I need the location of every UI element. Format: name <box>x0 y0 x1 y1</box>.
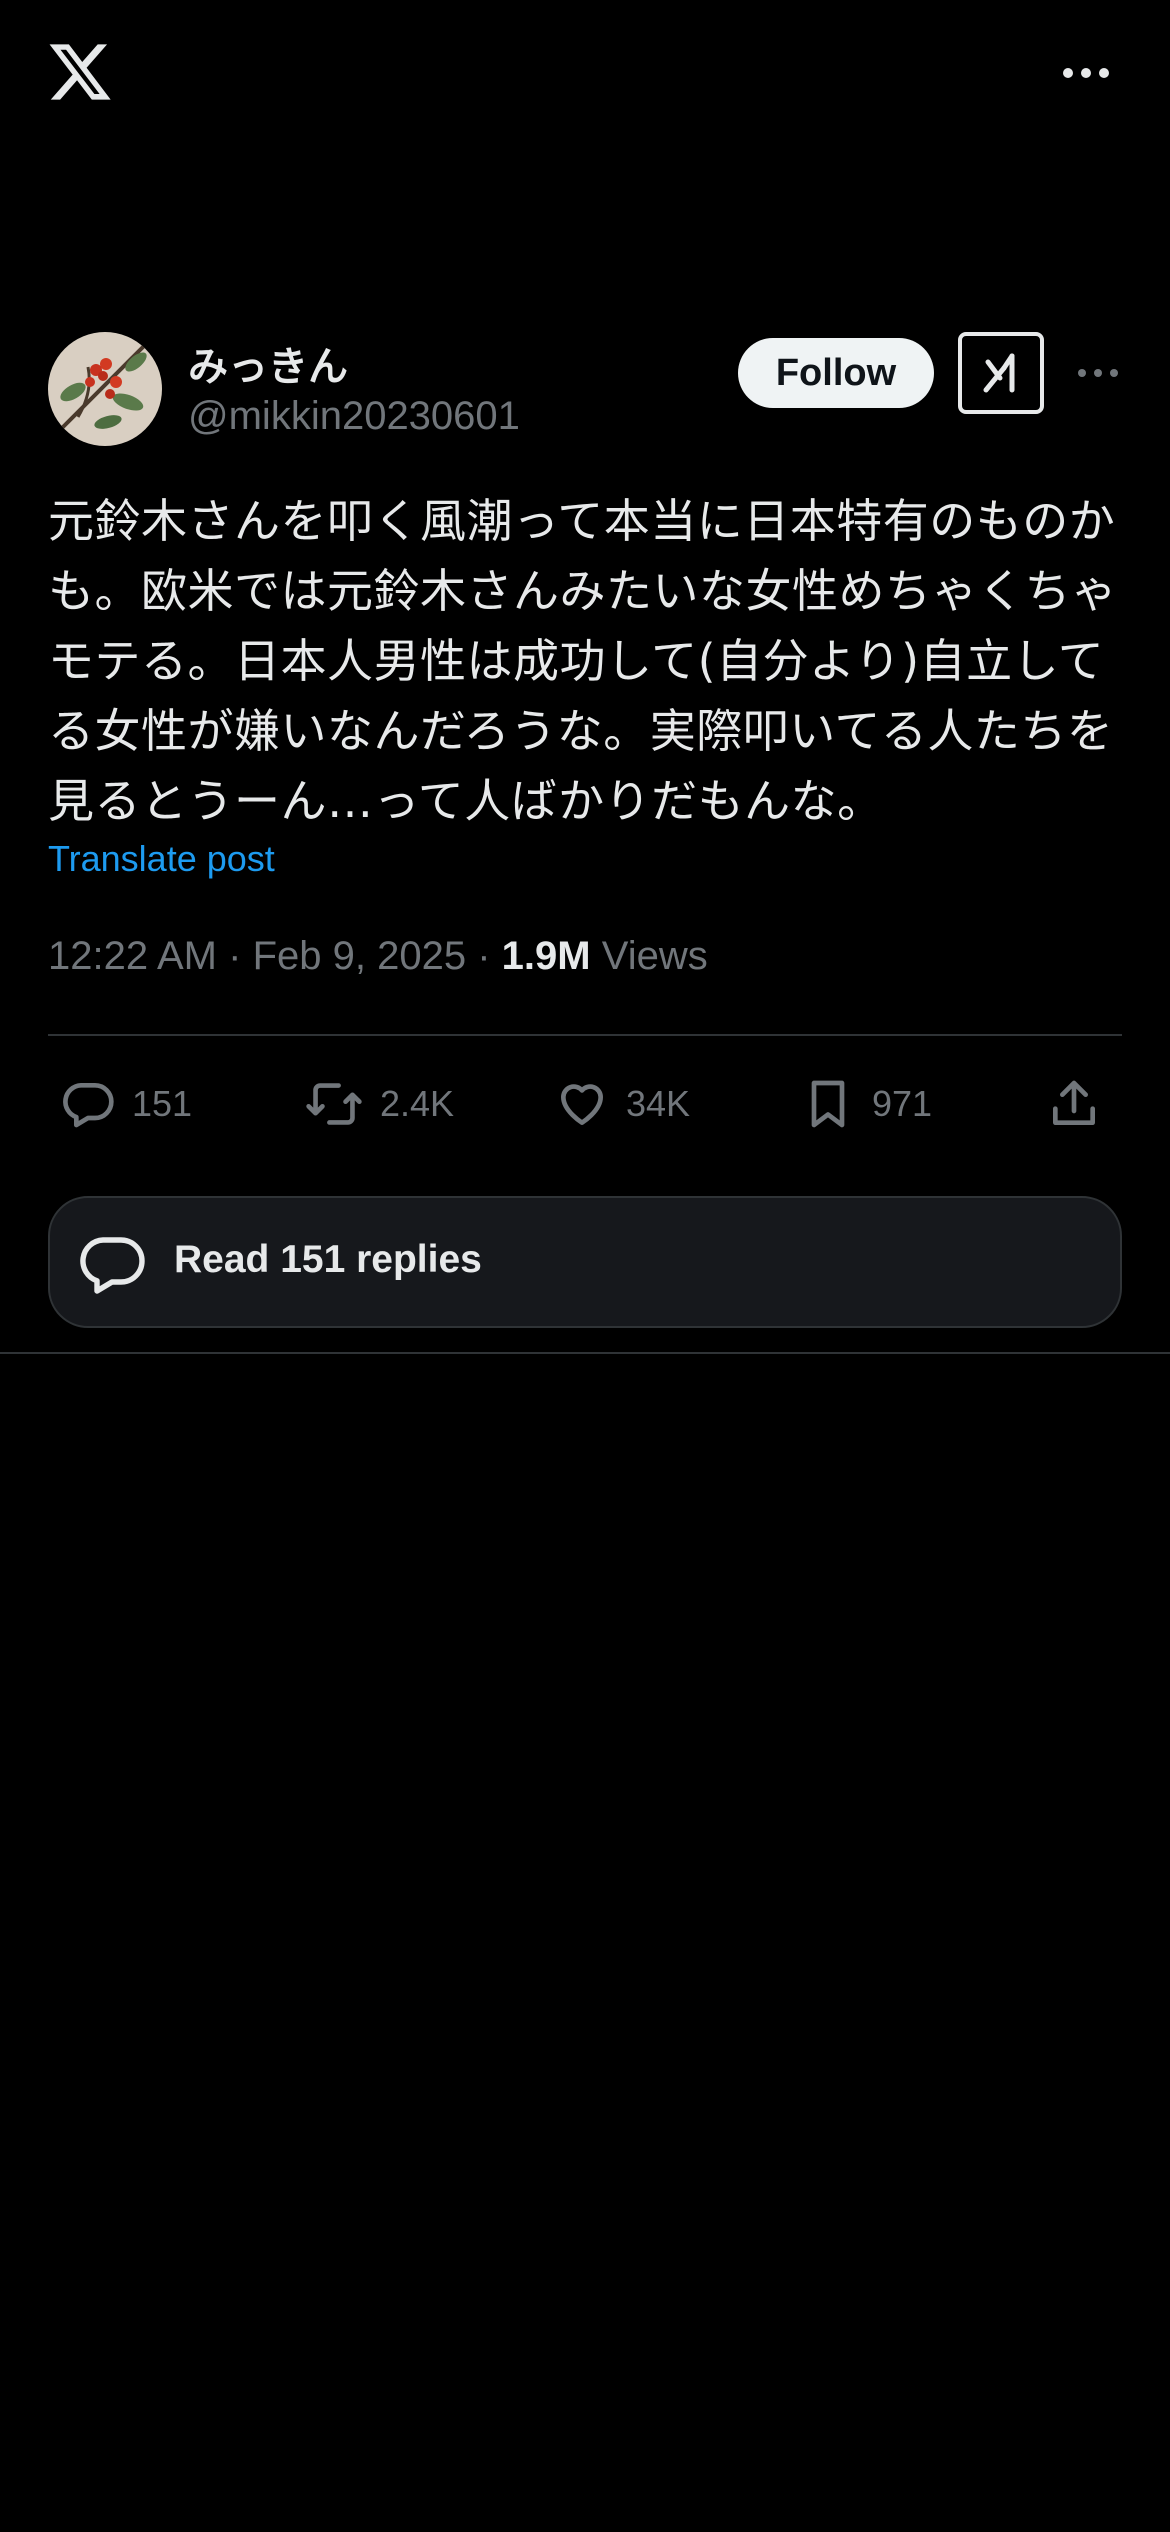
divider <box>0 1352 1170 1354</box>
grok-icon[interactable] <box>958 332 1044 414</box>
author-handle[interactable]: @mikkin20230601 <box>188 394 520 439</box>
read-replies-label: Read 151 replies <box>174 1238 482 1281</box>
repost-count: 2.4K <box>380 1083 455 1124</box>
repost-button[interactable]: 2.4K <box>304 1064 454 1144</box>
views-count: 1.9M <box>501 934 591 978</box>
like-count: 34K <box>626 1083 691 1124</box>
translate-post-link[interactable]: Translate post <box>48 838 275 880</box>
separator: · <box>228 934 242 978</box>
read-replies-button[interactable]: Read 151 replies <box>48 1196 1122 1328</box>
top-bar <box>0 0 1170 150</box>
x-logo-icon[interactable] <box>46 38 114 106</box>
bookmark-count: 971 <box>872 1083 933 1124</box>
share-button[interactable] <box>1046 1064 1102 1144</box>
bookmark-button[interactable]: 971 <box>800 1064 932 1144</box>
like-button[interactable]: 34K <box>554 1064 690 1144</box>
share-icon <box>1046 1076 1102 1132</box>
tweet-date[interactable]: Feb 9, 2025 <box>253 934 467 978</box>
bookmark-icon <box>800 1076 856 1132</box>
tweet-meta: 12:22 AM · Feb 9, 2025 · 1.9M Views <box>48 934 708 979</box>
repost-icon <box>304 1076 364 1132</box>
action-bar: 151 2.4K 34K 971 <box>48 1064 1122 1144</box>
chat-bubble-icon <box>76 1228 148 1305</box>
views-label: Views <box>601 934 708 978</box>
tweet-text: 元鈴木さんを叩く風潮って本当に日本特有のものかも。欧米では元鈴木さんみたいな女性… <box>48 494 1118 828</box>
more-options-icon[interactable] <box>1060 62 1112 84</box>
reply-count: 151 <box>132 1083 193 1124</box>
tweet-time[interactable]: 12:22 AM <box>48 934 217 978</box>
heart-icon <box>554 1076 610 1132</box>
tweet-more-options-icon[interactable] <box>1076 364 1120 382</box>
separator: · <box>477 934 491 978</box>
reply-icon <box>60 1076 116 1132</box>
reply-button[interactable]: 151 <box>60 1064 192 1144</box>
author-display-name[interactable]: みっきん <box>188 334 348 392</box>
divider <box>48 1034 1122 1036</box>
avatar[interactable] <box>48 332 162 446</box>
tweet-header: みっきん @mikkin20230601 Follow <box>48 332 1122 448</box>
follow-button[interactable]: Follow <box>738 338 934 408</box>
